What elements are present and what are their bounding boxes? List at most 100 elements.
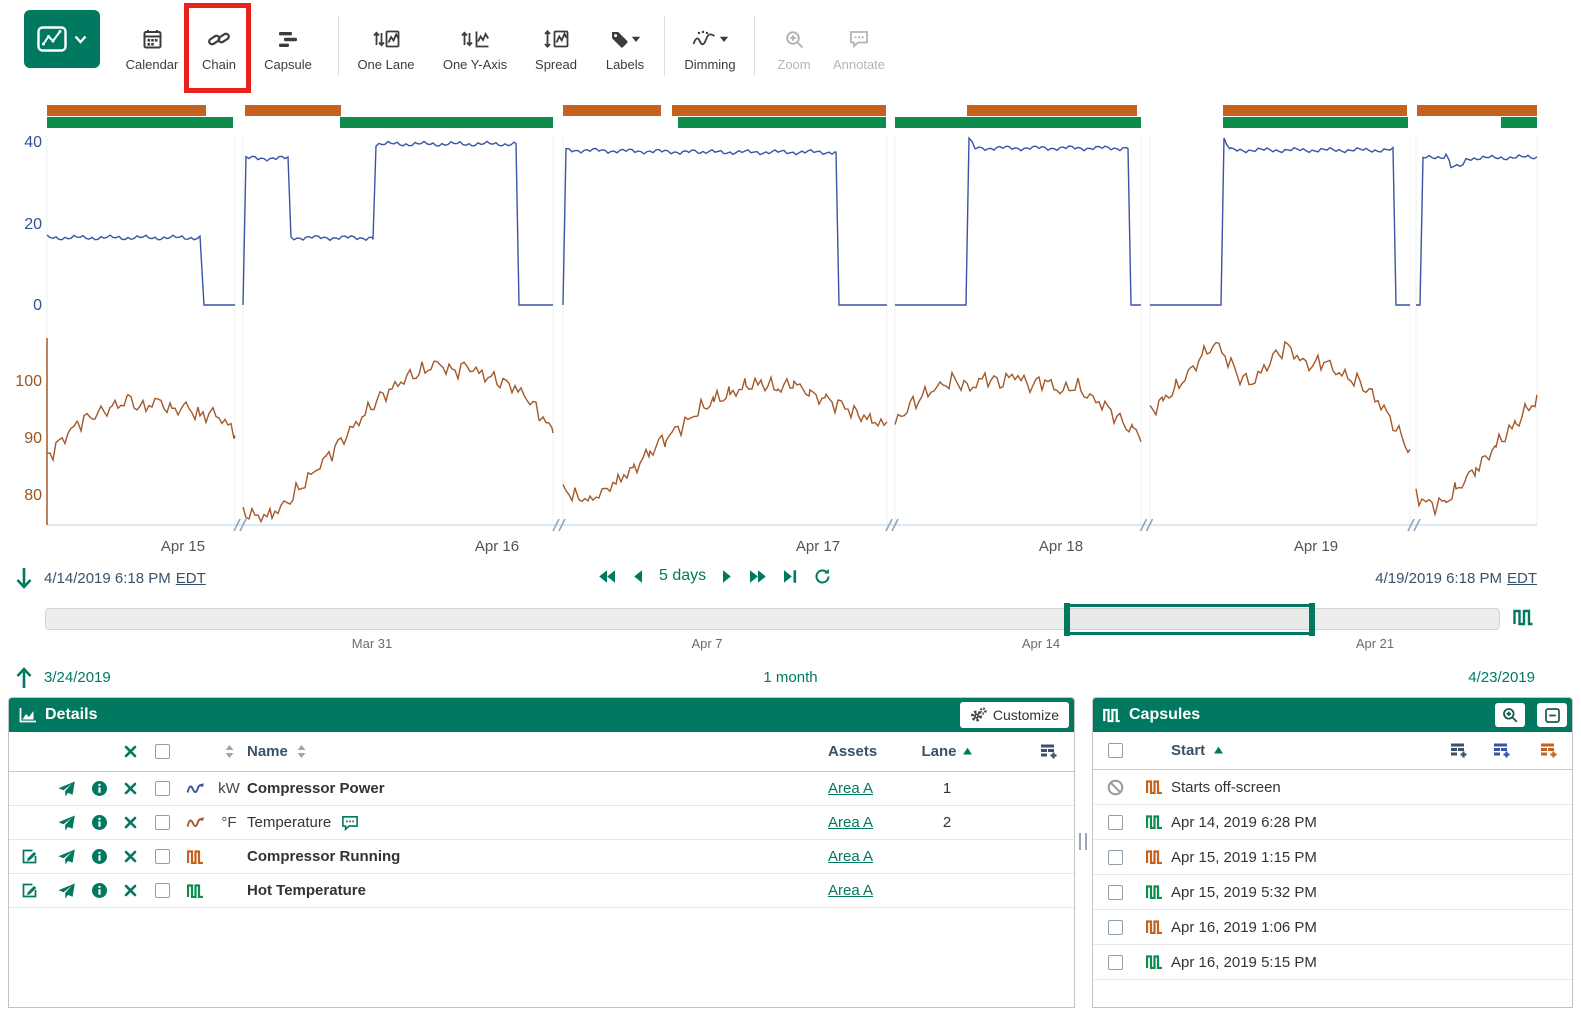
start-column-header[interactable]: Start [1171, 742, 1205, 759]
compressor-power-line [243, 141, 553, 305]
select-all-capsules-checkbox[interactable] [1108, 743, 1123, 758]
capsule-checkbox[interactable] [1108, 850, 1123, 865]
send-to-display-button[interactable] [58, 781, 75, 797]
toolbar-button-capsule[interactable]: Capsule [259, 28, 317, 72]
toolbar-button-calendar[interactable]: Calendar [124, 28, 180, 72]
condition-icon [1146, 780, 1163, 794]
capsule-start-time[interactable]: Starts off-screen [1171, 779, 1572, 796]
edit-button[interactable] [21, 882, 38, 899]
capsule-start-time[interactable]: Apr 15, 2019 1:15 PM [1171, 849, 1572, 866]
range-duration[interactable]: 5 days [659, 567, 706, 585]
toolbar-button-labels[interactable]: Labels [599, 28, 651, 72]
edit-button[interactable] [21, 848, 38, 865]
calendar-icon [143, 29, 162, 49]
x-axis-day-label: Apr 19 [1294, 538, 1338, 555]
capsule-checkbox[interactable] [1108, 955, 1123, 970]
capsule-start-time[interactable]: Apr 16, 2019 5:15 PM [1171, 954, 1572, 971]
capsule-checkbox[interactable] [1108, 920, 1123, 935]
item-info-button[interactable] [91, 814, 108, 831]
add-column-icon[interactable] [1002, 743, 1074, 760]
capsules-table-header: Start [1093, 732, 1572, 770]
item-info-button[interactable] [91, 780, 108, 797]
name-column-header[interactable]: Name [247, 743, 288, 760]
range-start-timezone[interactable]: EDT [176, 570, 206, 587]
sort-by-type-icon[interactable] [211, 744, 247, 759]
toolbar-separator [338, 16, 339, 76]
remove-item-button[interactable] [124, 782, 137, 795]
capsule-start-time[interactable]: Apr 16, 2019 1:06 PM [1171, 919, 1572, 936]
toolbar-button-chain[interactable]: Chain [194, 28, 244, 72]
trend-chart[interactable]: 402001009080 Apr 15Apr 16Apr 17Apr 18Apr… [0, 100, 1581, 560]
display-range-end[interactable]: 4/19/2019 6:18 PM EDT [1375, 570, 1537, 587]
timeline-selection[interactable] [1066, 604, 1313, 635]
toolbar-button-one-y-axis[interactable]: One Y-Axis [436, 28, 514, 72]
compressor-power-line [563, 149, 887, 306]
temperature-line [47, 395, 235, 460]
asset-link[interactable]: Area A [828, 882, 873, 899]
step-forward-icon[interactable] [722, 569, 733, 584]
add-stat-column-icon[interactable] [1478, 742, 1526, 759]
investigate-end[interactable]: 4/23/2019 [1468, 669, 1535, 686]
sort-by-name-icon[interactable] [296, 744, 307, 759]
comment-icon[interactable] [341, 815, 359, 831]
lane-value: 1 [892, 780, 1002, 797]
details-table-row: Hot TemperatureArea A [9, 874, 1074, 908]
display-range-start[interactable]: 4/14/2019 6:18 PM EDT [44, 570, 206, 587]
assets-column-header[interactable]: Assets [828, 743, 892, 760]
remove-item-button[interactable] [124, 816, 137, 829]
send-to-display-button[interactable] [58, 883, 75, 899]
step-back-icon[interactable] [632, 569, 643, 584]
row-checkbox[interactable] [155, 849, 170, 864]
capsules-collapse-button[interactable] [1537, 703, 1567, 727]
toolbar-separator [664, 16, 665, 76]
capsule-checkbox[interactable] [1108, 815, 1123, 830]
dimming-icon [692, 30, 716, 48]
capsule-checkbox[interactable] [1108, 885, 1123, 900]
toolbar-button-dimming[interactable]: Dimming [679, 28, 741, 72]
row-checkbox[interactable] [155, 781, 170, 796]
step-forward-double-icon[interactable] [749, 569, 767, 584]
asset-link[interactable]: Area A [828, 848, 873, 865]
refresh-icon[interactable] [814, 568, 831, 585]
item-info-button[interactable] [91, 882, 108, 899]
details-table-row: kWCompressor PowerArea A1 [9, 772, 1074, 806]
customize-button[interactable]: Customize [960, 702, 1069, 728]
capsule-bar-green [1223, 117, 1408, 128]
capsule-bar-orange [47, 105, 206, 116]
temperature-line [1416, 395, 1537, 515]
chain-icon [208, 29, 230, 49]
toolbar-button-one-lane[interactable]: One Lane [352, 28, 420, 72]
step-back-double-icon[interactable] [598, 569, 616, 584]
send-to-display-button[interactable] [58, 849, 75, 865]
toolbar-button-spread[interactable]: Spread [527, 28, 585, 72]
asset-link[interactable]: Area A [828, 814, 873, 831]
capsule-start-time[interactable]: Apr 15, 2019 5:32 PM [1171, 884, 1572, 901]
arrow-down-icon[interactable] [14, 566, 34, 590]
add-property-column-icon[interactable] [1526, 742, 1572, 759]
worksheet-view-dropdown-button[interactable] [24, 10, 100, 68]
step-to-end-icon[interactable] [783, 569, 798, 584]
remove-item-button[interactable] [124, 850, 137, 863]
timeline-handle-left[interactable] [1064, 603, 1070, 636]
asset-link[interactable]: Area A [828, 780, 873, 797]
select-all-checkbox[interactable] [155, 744, 170, 759]
send-to-display-button[interactable] [58, 815, 75, 831]
lane-column-header[interactable]: Lane [921, 743, 956, 760]
capsules-table-row: Apr 16, 2019 1:06 PM [1093, 910, 1572, 945]
timeline-handle-right[interactable] [1309, 603, 1315, 636]
details-panel-title: Details [45, 706, 97, 724]
remove-item-button[interactable] [124, 884, 137, 897]
row-checkbox[interactable] [155, 883, 170, 898]
item-info-button[interactable] [91, 848, 108, 865]
remove-all-icon[interactable] [115, 745, 145, 758]
row-checkbox[interactable] [155, 815, 170, 830]
condition-icon [1146, 850, 1163, 864]
panel-splitter[interactable] [1075, 697, 1092, 1008]
toolbar-button-label: Chain [202, 57, 236, 72]
range-end-timezone[interactable]: EDT [1507, 570, 1537, 587]
add-column-icon[interactable] [1450, 742, 1478, 759]
capsule-start-time[interactable]: Apr 14, 2019 6:28 PM [1171, 814, 1572, 831]
capsule-lane-icon[interactable] [1513, 609, 1534, 626]
temperature-line [243, 361, 553, 521]
capsules-zoom-button[interactable] [1495, 703, 1525, 727]
